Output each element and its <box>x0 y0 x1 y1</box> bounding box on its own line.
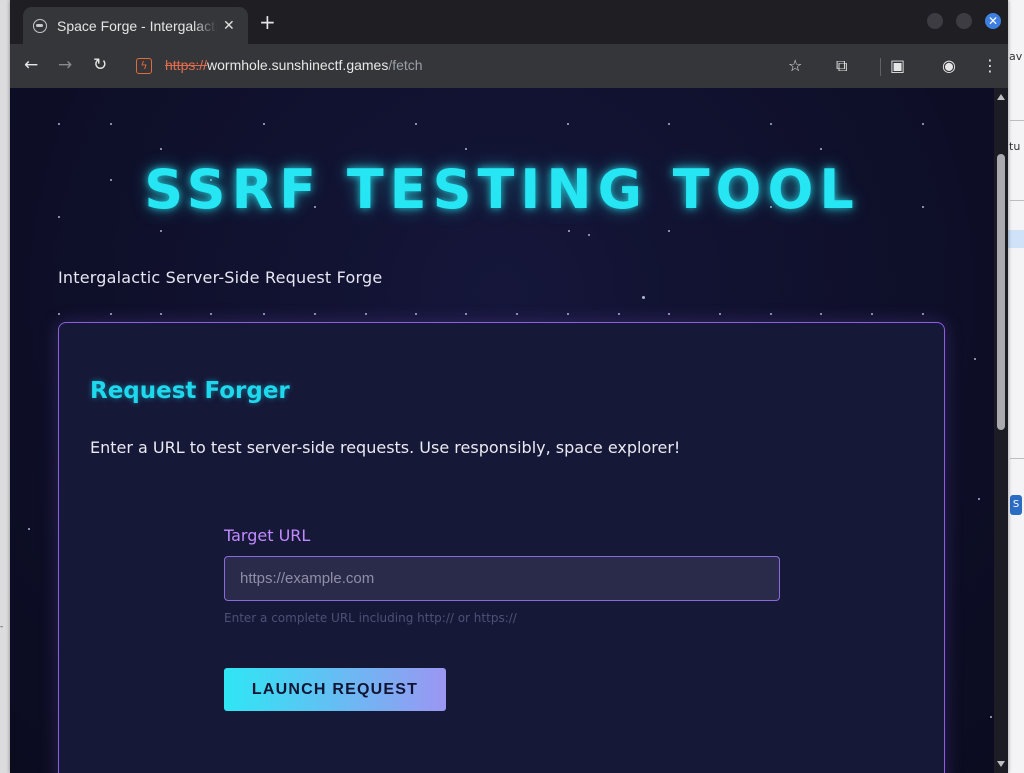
bookmark-star-icon[interactable]: ☆ <box>788 56 802 76</box>
extensions-puzzle-icon[interactable]: ⧉ <box>836 56 847 76</box>
target-url-label: Target URL <box>224 526 311 545</box>
desktop-badge-icon: S <box>1010 495 1022 515</box>
window-close-button[interactable]: ✕ <box>985 13 1001 29</box>
maximize-button[interactable] <box>956 13 972 29</box>
desktop-fragment: tu <box>1009 140 1021 153</box>
target-url-input[interactable] <box>224 556 780 601</box>
toolbar-separator <box>880 58 881 76</box>
back-arrow-icon[interactable]: ← <box>24 55 38 75</box>
launch-request-button[interactable]: LAUNCH REQUEST <box>224 668 446 711</box>
page-viewport: SSRF TESTING TOOL Intergalactic Server-S… <box>10 88 994 773</box>
tab-strip: Space Forge - Intergalactic SSRF Testing… <box>10 0 1008 44</box>
desktop-highlight <box>1008 230 1024 248</box>
reload-icon[interactable]: ↻ <box>93 55 107 75</box>
menu-kebab-icon[interactable]: ⋮ <box>982 56 998 76</box>
tab-title: Space Forge - Intergalactic SSRF Testing… <box>57 17 217 34</box>
address-bar[interactable]: ϟ https://wormhole.sunshinectf.games/fet… <box>130 50 840 82</box>
forward-arrow-icon[interactable]: → <box>58 55 72 75</box>
browser-toolbar: ← → ↻ ϟ https://wormhole.sunshinectf.gam… <box>10 44 1008 88</box>
scroll-up-arrow-icon[interactable] <box>997 94 1005 100</box>
desktop-fragment: - <box>0 622 4 632</box>
not-secure-site-icon[interactable]: ϟ <box>136 58 152 74</box>
hero-title: SSRF TESTING TOOL <box>144 158 860 221</box>
minimize-button[interactable] <box>927 13 943 29</box>
browser-window: Space Forge - Intergalactic SSRF Testing… <box>10 0 1008 773</box>
active-tab[interactable]: Space Forge - Intergalactic SSRF Testing… <box>23 7 248 44</box>
scroll-down-arrow-icon[interactable] <box>997 761 1005 767</box>
scrollbar-thumb[interactable] <box>997 154 1005 430</box>
page-scrollbar[interactable] <box>994 88 1008 773</box>
desktop-fragment: av <box>1009 50 1023 63</box>
request-forger-card: Request Forger Enter a URL to test serve… <box>58 322 945 773</box>
profile-avatar-icon[interactable]: ◉ <box>942 56 956 76</box>
globe-icon <box>33 18 47 33</box>
card-title: Request Forger <box>90 378 290 404</box>
url-hint-text: Enter a complete URL including http:// o… <box>224 611 517 625</box>
card-description: Enter a URL to test server-side requests… <box>90 438 681 457</box>
tab-close-icon[interactable]: ✕ <box>223 18 235 34</box>
desktop-right-edge: av tu S <box>1008 0 1024 773</box>
url-text[interactable]: https://wormhole.sunshinectf.games/fetch <box>165 57 423 73</box>
cast-search-icon[interactable]: ▣ <box>890 56 905 76</box>
page-subtitle: Intergalactic Server-Side Request Forge <box>58 268 383 287</box>
new-tab-button[interactable]: + <box>259 12 276 32</box>
